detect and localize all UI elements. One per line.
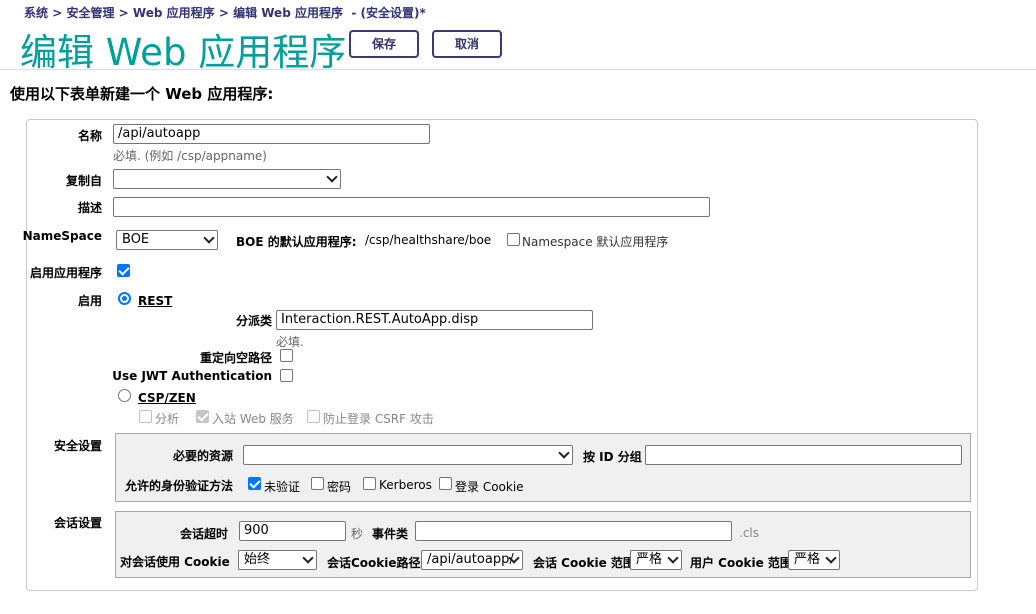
- inbound-web-services-label: 入站 Web 服务: [212, 412, 294, 426]
- use-cookie-label: 对会话使用 Cookie: [120, 555, 230, 569]
- cookie-scope-select[interactable]: 严格: [630, 550, 682, 570]
- event-class-input[interactable]: [415, 521, 732, 541]
- login-csrf-checkbox[interactable]: [307, 410, 320, 423]
- inbound-web-services-checkbox[interactable]: [196, 410, 209, 423]
- required-resource-select[interactable]: [243, 445, 573, 465]
- csp-zen-link[interactable]: CSP/ZEN: [138, 391, 196, 405]
- enable-app-label: 启用应用程序: [29, 266, 102, 280]
- namespace-value: BOE: [122, 232, 150, 247]
- chevron-down-icon: [667, 552, 679, 564]
- auth-kerberos-checkbox[interactable]: [363, 477, 376, 490]
- chevron-down-icon: [326, 171, 338, 183]
- chevron-down-icon: [825, 552, 837, 564]
- session-timeout-input[interactable]: 900: [239, 521, 346, 541]
- breadcrumb-item-system[interactable]: 系统: [24, 6, 48, 20]
- auth-unauthenticated-label: 未验证: [264, 480, 301, 494]
- analytics-checkbox[interactable]: [139, 410, 152, 423]
- auth-login-cookie-checkbox[interactable]: [439, 477, 452, 490]
- user-cookie-scope-label: 用户 Cookie 范围: [690, 556, 792, 570]
- auth-unauthenticated-checkbox[interactable]: [248, 477, 261, 490]
- group-by-id-label: 按 ID 分组: [583, 450, 642, 464]
- session-timeout-label: 会话超时: [179, 527, 228, 541]
- enable-app-checkbox[interactable]: [117, 264, 130, 277]
- use-cookie-select[interactable]: 始终: [238, 550, 317, 570]
- auth-login-cookie-label: 登录 Cookie: [455, 480, 524, 494]
- page-title: 编辑 Web 应用程序: [20, 31, 347, 74]
- login-csrf-label: 防止登录 CSRF 攻击: [323, 412, 434, 426]
- auth-kerberos-label: Kerberos: [379, 478, 432, 492]
- jwt-auth-label: Use JWT Authentication: [112, 369, 272, 383]
- cookie-scope-value: 严格: [636, 552, 663, 567]
- breadcrumb-item-webapps[interactable]: Web 应用程序: [133, 6, 215, 20]
- analytics-label: 分析: [155, 412, 180, 426]
- dispatch-class-hint: 必填.: [276, 335, 304, 349]
- cancel-button[interactable]: 取消: [432, 30, 502, 58]
- breadcrumb-separator: >: [118, 6, 129, 20]
- rest-link[interactable]: REST: [138, 294, 172, 308]
- copy-from-label: 复制自: [65, 174, 102, 188]
- namespace-default-checkbox[interactable]: [507, 233, 520, 246]
- namespace-select[interactable]: BOE: [116, 230, 218, 250]
- session-settings-label: 会话设置: [53, 516, 102, 530]
- chevron-down-icon: [558, 447, 570, 459]
- cookie-path-select[interactable]: /api/autoapp/: [421, 550, 523, 570]
- auth-password-label: 密码: [327, 480, 352, 494]
- auth-password-checkbox[interactable]: [311, 477, 324, 490]
- breadcrumb-suffix: - (安全设置)*: [351, 6, 426, 20]
- form-instructions: 使用以下表单新建一个 Web 应用程序:: [10, 85, 274, 103]
- name-hint: 必填. (例如 /csp/appname): [113, 149, 267, 163]
- event-class-label: 事件类: [372, 527, 409, 541]
- dispatch-class-input[interactable]: Interaction.REST.AutoApp.disp: [276, 310, 593, 330]
- event-class-suffix: .cls: [739, 526, 759, 540]
- default-app-value: /csp/healthshare/boe: [365, 233, 492, 247]
- chevron-down-icon: [302, 552, 314, 564]
- name-input[interactable]: /api/autoapp: [113, 124, 430, 144]
- session-timeout-unit: 秒: [351, 527, 364, 541]
- default-app-label: BOE 的默认应用程序:: [236, 235, 357, 249]
- use-cookie-value: 始终: [244, 552, 271, 567]
- group-by-id-input[interactable]: [645, 445, 962, 465]
- breadcrumb: 系统 > 安全管理 > Web 应用程序 > 编辑 Web 应用程序 - (安全…: [24, 4, 426, 21]
- enable-label: 启用: [77, 294, 102, 308]
- cookie-path-label: 会话Cookie路径: [327, 556, 421, 570]
- redirect-empty-path-checkbox[interactable]: [280, 349, 293, 362]
- cookie-scope-label: 会话 Cookie 范围: [533, 556, 635, 570]
- description-input[interactable]: [113, 197, 710, 217]
- security-settings-label: 安全设置: [53, 439, 102, 453]
- namespace-label: NameSpace: [22, 229, 102, 243]
- csp-zen-radio[interactable]: [118, 389, 131, 402]
- required-resource-label: 必要的资源: [172, 449, 233, 463]
- dispatch-class-label: 分派类: [235, 314, 272, 328]
- description-label: 描述: [77, 201, 102, 215]
- namespace-default-label: Namespace 默认应用程序: [522, 235, 669, 249]
- security-settings-panel: [115, 433, 971, 502]
- cookie-path-value: /api/autoapp/: [427, 552, 514, 567]
- user-cookie-scope-value: 严格: [794, 552, 821, 567]
- breadcrumb-separator: >: [218, 6, 229, 20]
- chevron-down-icon: [203, 232, 215, 244]
- breadcrumb-separator: >: [52, 6, 63, 20]
- breadcrumb-item-edit[interactable]: 编辑 Web 应用程序: [233, 6, 343, 20]
- copy-from-select[interactable]: [113, 169, 341, 189]
- rest-radio[interactable]: [118, 292, 131, 305]
- name-label: 名称: [77, 129, 102, 143]
- auth-methods-label: 允许的身份验证方法: [124, 479, 233, 493]
- redirect-empty-path-label: 重定向空路径: [199, 351, 272, 365]
- header-divider: [0, 69, 1036, 70]
- save-button[interactable]: 保存: [349, 30, 419, 58]
- user-cookie-scope-select[interactable]: 严格: [788, 550, 840, 570]
- breadcrumb-item-security[interactable]: 安全管理: [66, 6, 114, 20]
- jwt-auth-checkbox[interactable]: [280, 369, 293, 382]
